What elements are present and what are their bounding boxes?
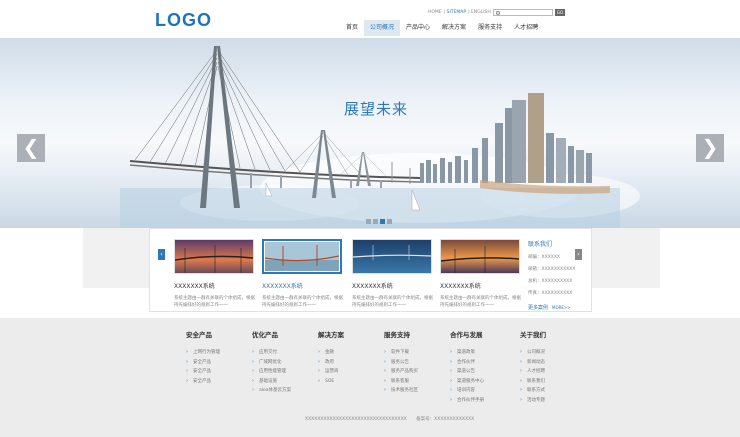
footer-col-partners: 合作与发展 渠道政策 合作伙伴 渠道公告 渠道服务中心 培训内容 合作伙伴手册 (450, 329, 520, 405)
footer-link[interactable]: 软件下载 (384, 348, 454, 358)
contact-title: 联系我们 (528, 241, 553, 248)
footer-col-title: 安全产品 (186, 331, 212, 339)
banner-dot-4[interactable] (387, 219, 392, 224)
footer-col-title: 合作与发展 (450, 331, 483, 339)
more-link[interactable]: MORE>> (552, 305, 571, 310)
footer-link[interactable]: 合作伙伴 (450, 358, 520, 368)
footer-link[interactable]: 服务公告 (384, 358, 454, 368)
copyright-text: XXXXXXXXXXXXXXXXXXXXXXXXXXXXXXXXX (305, 417, 407, 422)
product-desc: 系统主题由一群有关联的个体组成，根据持先编排好的规则工作一一 (440, 296, 521, 308)
main-nav: 首页 公司概况 产品中心 解决方案 服务支持 人才招聘 (340, 20, 544, 36)
nav-item-careers[interactable]: 人才招聘 (508, 20, 544, 36)
footer-link[interactable]: 应用交付 (252, 348, 322, 358)
footer-link[interactable]: 运营商 (318, 367, 388, 377)
more-cases-link[interactable]: 更多案例 MORE>> (528, 304, 588, 311)
products-prev-arrow[interactable]: ‹ (158, 249, 165, 260)
footer-link[interactable]: 安全产品 (186, 358, 256, 368)
footer-link[interactable]: 合作伙伴手册 (450, 396, 520, 406)
footer-link[interactable]: 安全产品 (186, 377, 256, 387)
nav-item-company[interactable]: 公司概况 (364, 20, 401, 36)
footer-link[interactable]: 渠道政策 (450, 348, 520, 358)
nav-item-home[interactable]: 首页 (340, 20, 364, 36)
banner-next-arrow[interactable]: ❯ (696, 134, 724, 162)
banner-prev-arrow[interactable]: ❮ (17, 134, 45, 162)
footer-col-title: 服务支持 (384, 331, 410, 339)
product-name[interactable]: XXXXXXX系统 (440, 281, 522, 290)
product-desc: 系统主题由一群有关联的个体组成，根据持先编排好的规则工作一一 (174, 296, 255, 308)
product-name[interactable]: XXXXXXX系统 (174, 281, 256, 290)
footer-col-solutions: 解决方案 金融 政府 运营商 SOE (318, 329, 388, 386)
copyright: XXXXXXXXXXXXXXXXXXXXXXXXXXXXXXXXX 备案号：XX… (305, 416, 482, 422)
footer-link[interactable]: 渠道服务中心 (450, 377, 520, 387)
nav-item-products[interactable]: 产品中心 (400, 20, 436, 36)
nav-item-support[interactable]: 服务支持 (472, 20, 508, 36)
site-header: LOGO HOME | SITEMAP | ENGLISH GO 首页 公司概况 产… (0, 0, 740, 38)
footer-link[interactable]: 活动专题 (520, 396, 590, 406)
banner-illustration (120, 46, 640, 228)
footer-link[interactable]: 新闻动态 (520, 358, 590, 368)
product-card[interactable]: XXXXXXX系统 系统主题由一群有关联的个体组成，根据持先编排好的规则工作一一 (352, 239, 434, 309)
top-link-sitemap[interactable]: SITEMAP (447, 10, 466, 15)
footer-link[interactable]: 上网行为管理 (186, 348, 256, 358)
product-desc: 系统主题由一群有关联的个体组成，根据持先编排好的规则工作一一 (352, 296, 433, 308)
footer-link[interactable]: 联系客服 (384, 377, 454, 387)
product-card[interactable]: XXXXXXX系统 系统主题由一群有关联的个体组成，根据持先编排好的规则工作一一 (440, 239, 522, 309)
product-name[interactable]: XXXXXXX系统 (352, 281, 434, 290)
nav-item-solutions[interactable]: 解决方案 (436, 20, 472, 36)
more-cases-label[interactable]: 更多案例 (528, 305, 548, 311)
hero-banner: 展望未来 ❮ ❯ (0, 38, 740, 228)
product-thumbnail[interactable] (440, 239, 520, 274)
footer-link[interactable]: 公司概况 (520, 348, 590, 358)
product-card[interactable]: XXXXXXX系统 系统主题由一群有关联的个体组成，根据持先编排好的规则工作一一 (174, 239, 256, 309)
products-carousel: ‹ XXXXXXX系统 系统主题由一群有关联的个体组成，根据持先编排好的规则工作… (149, 228, 592, 312)
top-link-home[interactable]: HOME (428, 10, 442, 15)
banner-dot-3[interactable] (380, 219, 385, 224)
top-link-english[interactable]: ENGLISH (471, 10, 491, 15)
search-button[interactable]: GO (555, 9, 565, 16)
footer-link[interactable]: 联系方式 (520, 386, 590, 396)
footer-col-title: 解决方案 (318, 331, 344, 339)
footer-link[interactable]: 应用性能管理 (252, 367, 322, 377)
footer-link[interactable]: 金融 (318, 348, 388, 358)
top-links: HOME | SITEMAP | ENGLISH (428, 10, 491, 15)
footer-link[interactable]: aloa体基云方案 (252, 386, 322, 396)
banner-title: 展望未来 (344, 100, 409, 118)
banner-pagination (366, 219, 392, 224)
icp-number: 备案号：XXXXXXXXXXXXX (416, 417, 475, 422)
products-next-arrow[interactable]: › (575, 249, 582, 260)
site-footer: 安全产品 上网行为管理 安全产品 安全产品 安全产品 优化产品 应用交付 广域网… (0, 318, 740, 437)
footer-col-security: 安全产品 上网行为管理 安全产品 安全产品 安全产品 (186, 329, 256, 386)
footer-link[interactable]: 联系我们 (520, 377, 590, 387)
footer-link[interactable]: 政府 (318, 358, 388, 368)
footer-col-title: 关于我们 (520, 331, 546, 339)
contact-fax: 传真：XXXXXXXXXX (528, 291, 573, 296)
footer-col-support: 服务支持 软件下载 服务公告 服务产品购买 联系客服 技术服务社区 (384, 329, 454, 396)
product-thumbnail[interactable] (262, 239, 342, 274)
banner-dot-2[interactable] (373, 219, 378, 224)
footer-col-about: 关于我们 公司概况 新闻动态 人才招聘 联系我们 联系方式 活动专题 (520, 329, 590, 405)
footer-link[interactable]: 技术服务社区 (384, 386, 454, 396)
footer-link[interactable]: SOE (318, 377, 388, 387)
footer-link[interactable]: 安全产品 (186, 367, 256, 377)
contact-phone: 总机：XXXXXXXXXX (528, 279, 573, 284)
contact-email: 邮箱：XXXXXXXXXXX (528, 267, 576, 272)
footer-link[interactable]: 基础设施 (252, 377, 322, 387)
search-icon (496, 11, 500, 15)
product-thumbnail[interactable] (352, 239, 432, 274)
search-input[interactable] (493, 9, 553, 16)
footer-col-title: 优化产品 (252, 331, 278, 339)
product-name[interactable]: XXXXXXX系统 (262, 281, 344, 290)
product-thumbnail[interactable] (174, 239, 254, 274)
footer-link[interactable]: 培训内容 (450, 386, 520, 396)
banner-dot-1[interactable] (366, 219, 371, 224)
footer-col-optimization: 优化产品 应用交付 广域网优化 应用性能管理 基础设施 aloa体基云方案 (252, 329, 322, 396)
product-card-selected[interactable]: XXXXXXX系统 系统主题由一群有关联的个体组成，根据持先编排好的规则工作一一 (262, 239, 344, 309)
product-desc: 系统主题由一群有关联的个体组成，根据持先编排好的规则工作一一 (262, 296, 343, 308)
footer-link[interactable]: 渠道公告 (450, 367, 520, 377)
footer-link[interactable]: 服务产品购买 (384, 367, 454, 377)
logo[interactable]: LOGO (155, 10, 212, 31)
footer-link[interactable]: 人才招聘 (520, 367, 590, 377)
footer-link[interactable]: 广域网优化 (252, 358, 322, 368)
